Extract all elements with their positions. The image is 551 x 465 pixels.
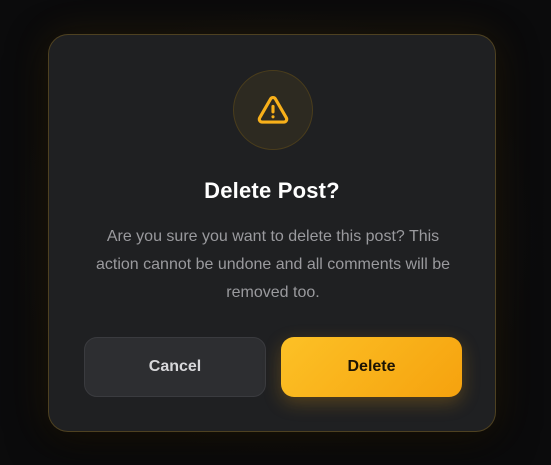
warning-triangle-icon (257, 96, 289, 124)
dialog-message: Are you sure you want to delete this pos… (96, 228, 450, 301)
delete-confirmation-dialog: Delete Post? Are you sure you want to de… (48, 34, 496, 432)
cancel-button[interactable]: Cancel (84, 337, 266, 397)
delete-button[interactable]: Delete (281, 337, 462, 397)
backdrop: Delete Post? Are you sure you want to de… (0, 0, 551, 465)
dialog-title: Delete Post? (204, 178, 340, 203)
warning-icon-badge (233, 70, 313, 150)
